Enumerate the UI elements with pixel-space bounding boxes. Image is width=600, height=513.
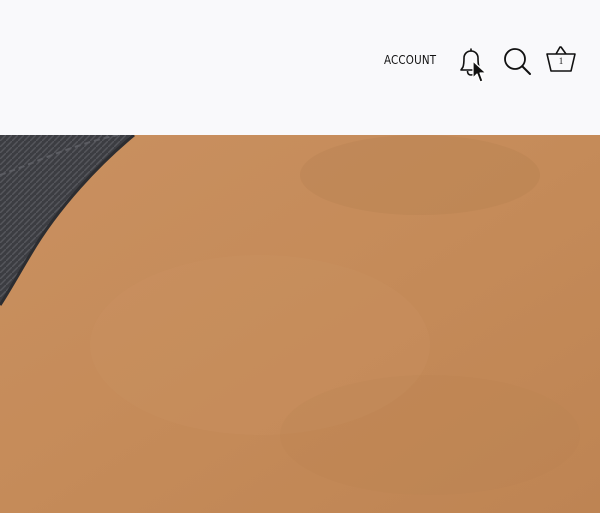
search-icon bbox=[504, 48, 531, 75]
notifications-button[interactable] bbox=[457, 46, 485, 78]
account-link[interactable]: ACCOUNT bbox=[384, 53, 436, 67]
site-header: ACCOUNT 1 bbox=[0, 0, 600, 135]
cart-count-badge: 1 bbox=[558, 56, 564, 66]
hero-image bbox=[0, 135, 600, 513]
search-button[interactable] bbox=[502, 46, 532, 76]
bell-icon bbox=[460, 48, 482, 76]
cart-button[interactable]: 1 bbox=[545, 44, 577, 74]
